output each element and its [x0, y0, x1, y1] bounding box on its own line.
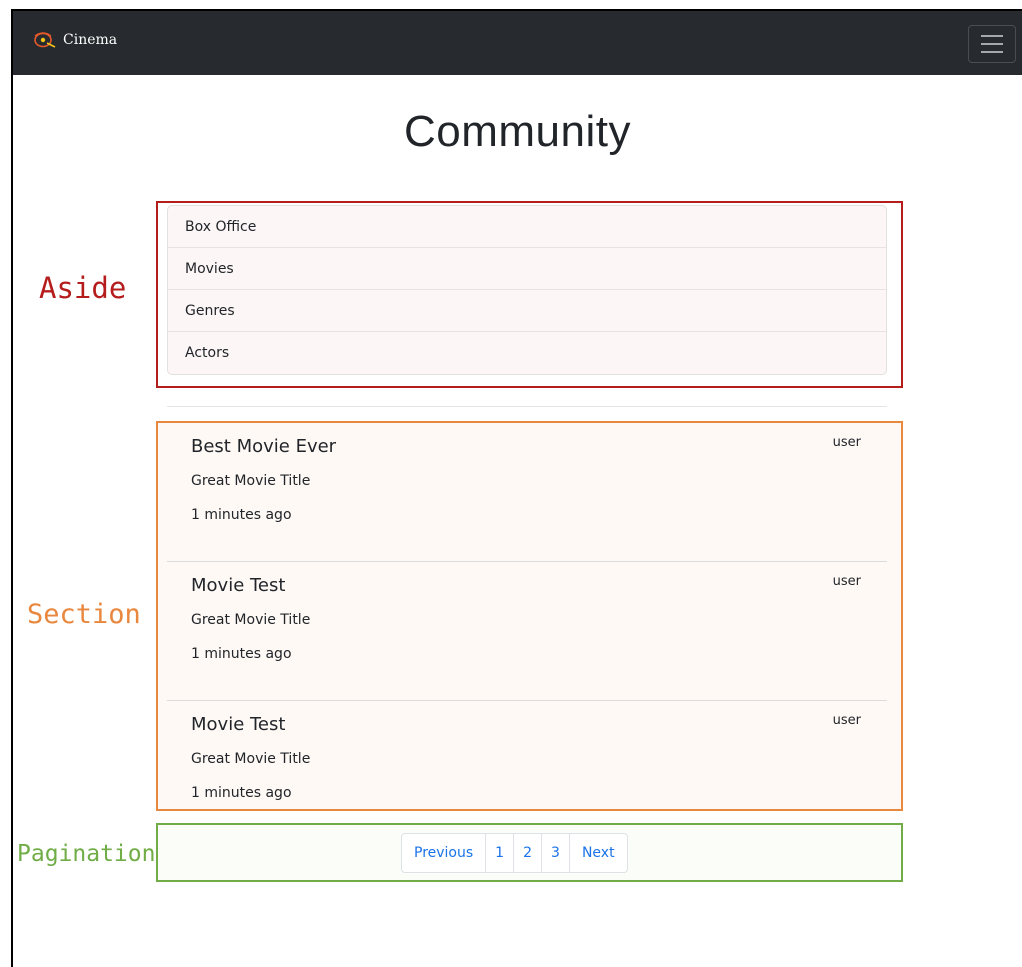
film-reel-logo-icon	[34, 32, 56, 48]
app-window: Cinema Community Aside Section Paginatio…	[11, 9, 1022, 967]
pagination-annotation-label: Pagination	[17, 841, 156, 867]
aside-annotation-label: Aside	[39, 271, 127, 305]
brand-name: Cinema	[63, 32, 118, 48]
pagination-page-2[interactable]: 2	[514, 834, 543, 872]
hamburger-menu-button[interactable]	[968, 25, 1016, 63]
divider	[167, 406, 887, 407]
brand-link[interactable]: Cinema	[33, 31, 117, 49]
section-annotation-label: Section	[27, 599, 141, 630]
pagination-previous[interactable]: Previous	[402, 834, 487, 872]
aside-annotation-box	[156, 201, 903, 388]
page-title: Community	[404, 107, 631, 156]
pagination: Previous 1 2 3 Next	[401, 833, 628, 873]
pagination-page-1[interactable]: 1	[486, 834, 515, 872]
navbar: Cinema	[13, 11, 1022, 75]
hamburger-menu-icon	[981, 35, 1003, 37]
pagination-next[interactable]: Next	[570, 834, 627, 872]
section-annotation-box	[156, 421, 903, 811]
pagination-page-3[interactable]: 3	[542, 834, 570, 872]
